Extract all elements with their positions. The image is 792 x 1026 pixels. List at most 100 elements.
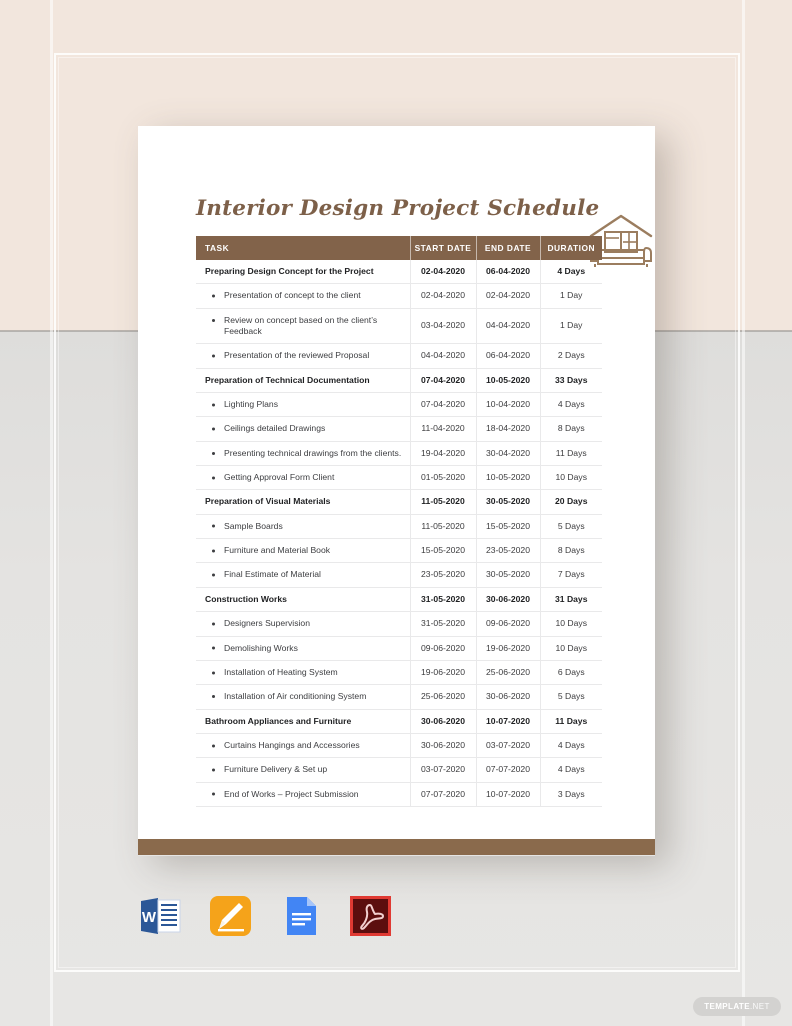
task-label: Ceilings detailed Drawings [224,423,326,434]
cell-end-date: 30-05-2020 [476,562,541,588]
task-label: Demolishing Works [224,642,298,653]
table-row-group: Bathroom Appliances and Furniture 30-06-2… [196,709,602,734]
table-row-group: Construction Works 31-05-2020 30-06-2020 31… [196,587,602,613]
cell-end-date: 10-04-2020 [476,392,541,418]
microsoft-word-icon[interactable]: W [138,893,184,939]
task-label: Furniture Delivery & Set up [224,764,328,775]
cell-end-date: 23-05-2020 [476,538,541,564]
bullet-icon [212,451,215,455]
cell-task: Presentation of concept to the client [196,283,411,309]
cell-task: Ceilings detailed Drawings [196,416,411,442]
cell-end-date: 10-05-2020 [476,465,541,491]
apple-pages-icon[interactable] [208,893,254,939]
cell-duration: 5 Days [540,514,602,540]
table-row: Curtains Hangings and Accessories 30-06-2… [196,733,602,759]
bullet-icon [212,318,215,322]
google-docs-icon[interactable] [278,893,324,939]
task-label: Installation of Heating System [224,666,338,677]
table-row: Furniture and Material Book 15-05-2020 23-… [196,538,602,564]
cell-end-date: 06-04-2020 [476,343,541,369]
bullet-icon [212,427,215,431]
cell-duration: 1 Day [540,283,602,309]
page-footer-bar [138,839,655,855]
adobe-pdf-icon[interactable] [348,893,394,939]
cell-start-date: 03-07-2020 [410,757,477,783]
column-header-duration: DURATION [540,236,602,260]
cell-end-date: 03-07-2020 [476,733,541,759]
column-header-end-date: END DATE [476,236,541,260]
cell-task: Construction Works [196,587,411,613]
cell-duration: 4 Days [540,757,602,783]
cell-start-date: 01-05-2020 [410,465,477,491]
table-row: Presentation of concept to the client 02-… [196,283,602,309]
background-seam-right [742,0,745,1026]
cell-end-date: 02-04-2020 [476,283,541,309]
cell-start-date: 02-04-2020 [410,283,477,309]
cell-task: Demolishing Works [196,636,411,661]
table-row: Designers Supervision 31-05-2020 09-06-202… [196,611,602,637]
cell-duration: 10 Days [540,636,602,661]
cell-start-date: 19-06-2020 [410,660,477,686]
cell-end-date: 30-05-2020 [476,489,541,515]
table-row: End of Works – Project Submission 07-07-2… [196,782,602,807]
cell-task: Lighting Plans [196,392,411,418]
cell-task: Preparation of Technical Documentation [196,368,411,394]
bullet-icon [212,403,215,407]
cell-end-date: 19-06-2020 [476,636,541,661]
table-row: Sample Boards 11-05-2020 15-05-2020 5 Days [196,514,602,540]
table-row: Final Estimate of Material 23-05-2020 30-0… [196,562,602,588]
cell-start-date: 11-05-2020 [410,489,477,515]
cell-task: Preparing Design Concept for the Project [196,260,411,285]
table-row: Presenting technical drawings from the c… [196,441,602,467]
task-label: Designers Supervision [224,618,310,629]
bullet-icon [212,573,215,577]
bullet-icon [212,695,215,699]
cell-duration: 2 Days [540,343,602,369]
task-label: Presentation of concept to the client [224,290,361,301]
document-page: Interior Design Project Schedule TASK ST… [138,126,655,839]
table-row: Furniture Delivery & Set up 03-07-2020 07-… [196,757,602,783]
table-row: Installation of Heating System 19-06-2020… [196,660,602,686]
cell-task: End of Works – Project Submission [196,782,411,807]
cell-duration: 10 Days [540,611,602,637]
cell-end-date: 30-06-2020 [476,684,541,710]
cell-start-date: 11-05-2020 [410,514,477,540]
bullet-icon [212,646,215,650]
cell-duration: 10 Days [540,465,602,491]
cell-task: Getting Approval Form Client [196,465,411,491]
cell-task: Final Estimate of Material [196,562,411,588]
cell-task: Preparation of Visual Materials [196,489,411,515]
task-label: Final Estimate of Material [224,569,321,580]
cell-duration: 6 Days [540,660,602,686]
cell-end-date: 10-05-2020 [476,368,541,394]
cell-duration: 1 Day [540,308,602,345]
bullet-icon [212,549,215,553]
task-label: Review on concept based on the client’s … [224,314,378,337]
bullet-icon [212,354,215,358]
cell-start-date: 19-04-2020 [410,441,477,467]
cell-duration: 7 Days [540,562,602,588]
table-row-group: Preparing Design Concept for the Project… [196,260,602,285]
cell-end-date: 07-07-2020 [476,757,541,783]
table-row: Installation of Air conditioning System 2… [196,684,602,710]
svg-text:W: W [142,909,157,926]
cell-start-date: 30-06-2020 [410,733,477,759]
page-title: Interior Design Project Schedule [196,196,600,221]
file-format-icons: W [138,893,418,945]
table-row: Lighting Plans 07-04-2020 10-04-2020 4 Days [196,392,602,418]
cell-task: Presenting technical drawings from the c… [196,441,411,467]
cell-duration: 31 Days [540,587,602,613]
table-row: Demolishing Works 09-06-2020 19-06-2020 10 … [196,636,602,661]
cell-end-date: 09-06-2020 [476,611,541,637]
cell-start-date: 23-05-2020 [410,562,477,588]
task-label: Curtains Hangings and Accessories [224,739,360,750]
cell-task: Bathroom Appliances and Furniture [196,709,411,734]
watermark-suffix: .NET [749,1002,770,1011]
cell-end-date: 10-07-2020 [476,782,541,807]
bullet-icon [212,792,215,796]
cell-start-date: 15-05-2020 [410,538,477,564]
cell-end-date: 25-06-2020 [476,660,541,686]
cell-duration: 8 Days [540,538,602,564]
cell-start-date: 04-04-2020 [410,343,477,369]
cell-end-date: 06-04-2020 [476,260,541,285]
